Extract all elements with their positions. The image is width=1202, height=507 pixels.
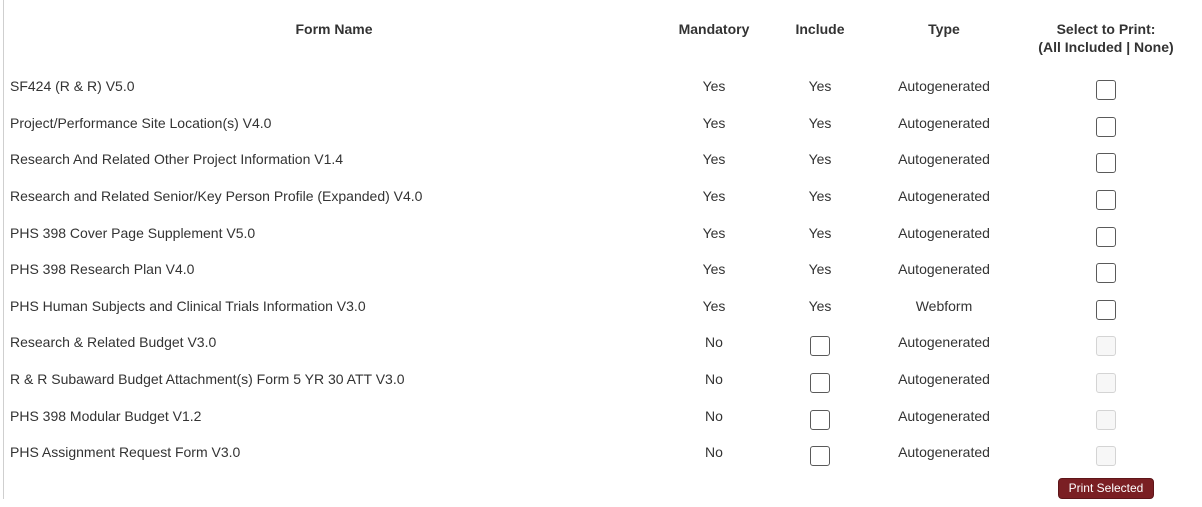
mandatory-cell: Yes: [702, 224, 726, 241]
type-cell: Autogenerated: [898, 224, 990, 241]
form-name-cell: Research And Related Other Project Infor…: [10, 151, 344, 168]
forms-table: Form Name Mandatory Include Type Select …: [4, 12, 1200, 507]
table-row: Research and Related Senior/Key Person P…: [4, 178, 1200, 215]
table-row: PHS 398 Modular Budget V1.2 No Autogenerat…: [4, 397, 1200, 434]
mandatory-cell: No: [705, 371, 723, 388]
include-checkbox[interactable]: [810, 373, 830, 394]
print-checkbox[interactable]: [1096, 226, 1116, 247]
type-cell: Autogenerated: [898, 78, 990, 95]
include-cell: Yes: [808, 78, 832, 95]
type-cell: Autogenerated: [898, 371, 990, 388]
include-cell: Yes: [808, 261, 832, 278]
type-cell: Autogenerated: [898, 188, 990, 205]
print-checkbox[interactable]: [1096, 299, 1116, 320]
header-mandatory: Mandatory: [678, 21, 750, 37]
select-to-print-cell: [1012, 178, 1200, 215]
select-close-paren: ): [1169, 39, 1174, 55]
select-to-print-cell: [1012, 141, 1200, 178]
header-select-to-print: Select to Print: (All Included | None): [1012, 12, 1200, 68]
mandatory-cell: No: [705, 407, 723, 424]
select-to-print-cell: [1012, 397, 1200, 434]
type-cell: Webform: [915, 297, 973, 314]
form-name-cell: Research & Related Budget V3.0: [10, 334, 217, 351]
include-checkbox[interactable]: [810, 409, 830, 430]
print-checkbox[interactable]: [1096, 153, 1116, 174]
type-cell: Autogenerated: [898, 407, 990, 424]
form-name-cell: Project/Performance Site Location(s) V4.…: [10, 114, 272, 131]
select-to-print-cell: [1012, 324, 1200, 361]
form-name-cell: PHS Assignment Request Form V3.0: [10, 444, 241, 461]
select-to-print-cell: [1012, 68, 1200, 105]
include-checkbox[interactable]: [810, 446, 830, 467]
select-to-print-cell: [1012, 361, 1200, 398]
form-name-cell: SF424 (R & R) V5.0: [10, 78, 135, 95]
table-row: R & R Subaward Budget Attachment(s) Form…: [4, 361, 1200, 398]
table-row: SF424 (R & R) V5.0 Yes Yes Autogenerated: [4, 68, 1200, 105]
print-row: Print Selected: [4, 471, 1200, 507]
table-row: Research And Related Other Project Infor…: [4, 141, 1200, 178]
select-to-print-cell: [1012, 288, 1200, 325]
select-none-link[interactable]: None: [1134, 39, 1169, 55]
print-checkbox-disabled: [1096, 446, 1116, 467]
type-cell: Autogenerated: [898, 114, 990, 131]
include-cell: [764, 361, 876, 398]
select-to-print-cell: [1012, 105, 1200, 142]
form-name-cell: PHS Human Subjects and Clinical Trials I…: [10, 297, 366, 314]
type-cell: Autogenerated: [898, 334, 990, 351]
print-checkbox[interactable]: [1096, 263, 1116, 284]
include-cell: Yes: [808, 297, 832, 314]
table-header-row: Form Name Mandatory Include Type Select …: [4, 12, 1200, 68]
table-row: Project/Performance Site Location(s) V4.…: [4, 105, 1200, 142]
table-row: PHS 398 Research Plan V4.0 Yes Yes Autogene…: [4, 251, 1200, 288]
include-cell: Yes: [808, 224, 832, 241]
header-form-name: Form Name: [295, 21, 373, 37]
form-name-cell: Research and Related Senior/Key Person P…: [10, 188, 423, 205]
mandatory-cell: Yes: [702, 151, 726, 168]
include-cell: [764, 324, 876, 361]
mandatory-cell: No: [705, 334, 723, 351]
print-checkbox[interactable]: [1096, 80, 1116, 101]
select-to-print-label: Select to Print:: [1056, 21, 1156, 37]
mandatory-cell: Yes: [702, 297, 726, 314]
include-cell: Yes: [808, 114, 832, 131]
print-checkbox-disabled: [1096, 336, 1116, 357]
mandatory-cell: No: [705, 444, 723, 461]
type-cell: Autogenerated: [898, 151, 990, 168]
include-cell: Yes: [808, 188, 832, 205]
type-cell: Autogenerated: [898, 261, 990, 278]
print-checkbox-disabled: [1096, 373, 1116, 394]
table-row: PHS Human Subjects and Clinical Trials I…: [4, 288, 1200, 325]
select-to-print-cell: [1012, 214, 1200, 251]
table-row: Research & Related Budget V3.0 No Autogene…: [4, 324, 1200, 361]
print-checkbox-disabled: [1096, 409, 1116, 430]
type-cell: Autogenerated: [898, 444, 990, 461]
include-cell: [764, 434, 876, 471]
select-separator: |: [1122, 39, 1135, 55]
include-cell: Yes: [808, 151, 832, 168]
header-type: Type: [928, 21, 960, 37]
print-checkbox[interactable]: [1096, 190, 1116, 211]
select-all-included-link[interactable]: All Included: [1043, 39, 1122, 55]
mandatory-cell: Yes: [702, 261, 726, 278]
header-include: Include: [795, 21, 845, 37]
print-selected-button[interactable]: Print Selected: [1057, 478, 1155, 500]
mandatory-cell: Yes: [702, 114, 726, 131]
table-row: PHS 398 Cover Page Supplement V5.0 Yes Yes…: [4, 214, 1200, 251]
select-to-print-cell: [1012, 434, 1200, 471]
select-to-print-cell: [1012, 251, 1200, 288]
form-name-cell: R & R Subaward Budget Attachment(s) Form…: [10, 371, 405, 388]
form-name-cell: PHS 398 Modular Budget V1.2: [10, 407, 202, 424]
mandatory-cell: Yes: [702, 188, 726, 205]
include-cell: [764, 397, 876, 434]
form-name-cell: PHS 398 Research Plan V4.0: [10, 261, 195, 278]
include-checkbox[interactable]: [810, 336, 830, 357]
print-checkbox[interactable]: [1096, 116, 1116, 137]
form-name-cell: PHS 398 Cover Page Supplement V5.0: [10, 224, 256, 241]
table-row: PHS Assignment Request Form V3.0 No Autoge…: [4, 434, 1200, 471]
mandatory-cell: Yes: [702, 78, 726, 95]
